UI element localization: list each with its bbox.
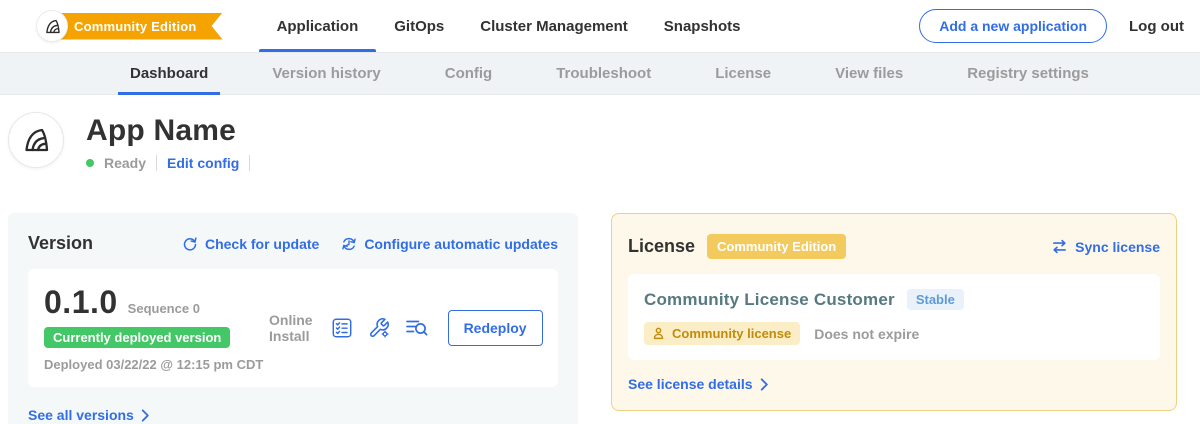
app-logo-icon xyxy=(20,124,52,156)
deployed-timestamp: Deployed 03/22/22 @ 12:15 pm CDT xyxy=(44,357,269,372)
nav-item-gitops[interactable]: GitOps xyxy=(376,0,462,52)
version-card: Version Check for update xyxy=(8,213,578,424)
channel-badge: Stable xyxy=(907,289,964,310)
redeploy-button[interactable]: Redeploy xyxy=(448,310,543,346)
status-dot xyxy=(86,159,94,167)
chevron-right-icon xyxy=(760,378,769,391)
version-number: 0.1.0 xyxy=(44,284,118,321)
sequence-label: Sequence 0 xyxy=(128,301,200,316)
check-for-update-label: Check for update xyxy=(205,236,319,252)
version-actions: Online Install xyxy=(269,310,543,346)
edition-ribbon-label: Community Edition xyxy=(74,19,197,34)
tab-view-files[interactable]: View files xyxy=(823,53,915,94)
license-card-title: License xyxy=(628,236,695,257)
license-card: License Community Edition Sync license C… xyxy=(611,213,1177,411)
version-card-title: Version xyxy=(28,233,93,254)
top-bar-right: Add a new application Log out xyxy=(919,0,1184,52)
tab-license[interactable]: License xyxy=(703,53,783,94)
tab-troubleshoot[interactable]: Troubleshoot xyxy=(544,53,663,94)
see-all-versions-link[interactable]: See all versions xyxy=(28,407,558,423)
view-deploy-logs-icon[interactable] xyxy=(405,317,429,339)
tab-dashboard[interactable]: Dashboard xyxy=(118,53,220,94)
version-card-links: Check for update Configure automatic upd… xyxy=(182,236,558,252)
community-license-label: Community license xyxy=(672,326,791,341)
auto-update-icon xyxy=(341,236,357,252)
nav-item-snapshots[interactable]: Snapshots xyxy=(646,0,759,52)
divider xyxy=(156,155,157,171)
see-license-details-label: See license details xyxy=(628,376,753,392)
app-avatar xyxy=(8,112,64,168)
tab-registry-settings[interactable]: Registry settings xyxy=(955,53,1101,94)
divider xyxy=(249,155,250,171)
edition-ribbon: Community Edition xyxy=(52,13,223,40)
nav-item-cluster-management[interactable]: Cluster Management xyxy=(462,0,646,52)
see-all-versions-label: See all versions xyxy=(28,407,134,423)
main-nav: Application GitOps Cluster Management Sn… xyxy=(259,0,759,52)
person-icon xyxy=(651,326,666,341)
app-header: App Name Ready Edit config xyxy=(0,95,1200,171)
community-license-badge: Community license xyxy=(644,322,800,345)
see-license-details-link[interactable]: See license details xyxy=(628,376,1160,392)
sync-icon xyxy=(1051,238,1068,255)
community-edition-badge: Community Edition xyxy=(707,234,846,259)
tab-version-history[interactable]: Version history xyxy=(260,53,392,94)
version-meta: 0.1.0 Sequence 0 Currently deployed vers… xyxy=(44,284,269,372)
license-customer-row: Community License Customer Stable xyxy=(644,289,1144,310)
preflight-checklist-icon[interactable] xyxy=(331,317,353,339)
app-header-text: App Name Ready Edit config xyxy=(86,112,250,171)
app-status-row: Ready Edit config xyxy=(86,155,250,171)
configure-automatic-updates-link[interactable]: Configure automatic updates xyxy=(341,236,558,252)
version-number-row: 0.1.0 Sequence 0 xyxy=(44,284,269,321)
currently-deployed-badge: Currently deployed version xyxy=(44,327,230,348)
customer-name: Community License Customer xyxy=(644,290,895,310)
config-wrench-gear-icon[interactable] xyxy=(368,317,390,339)
brand: Community Edition xyxy=(36,0,223,52)
top-bar: Community Edition Application GitOps Clu… xyxy=(0,0,1200,52)
version-card-header: Version Check for update xyxy=(28,233,558,254)
replicated-logo-icon xyxy=(43,17,62,36)
logout-link[interactable]: Log out xyxy=(1129,18,1184,35)
sub-nav: Dashboard Version history Config Trouble… xyxy=(0,52,1200,95)
license-type-row: Community license Does not expire xyxy=(644,322,1144,345)
edit-config-link[interactable]: Edit config xyxy=(167,155,239,171)
nav-item-application[interactable]: Application xyxy=(259,0,377,52)
page-title: App Name xyxy=(86,114,250,148)
brand-logo-circle xyxy=(36,10,68,42)
sync-license-label: Sync license xyxy=(1075,239,1160,255)
current-version-panel: 0.1.0 Sequence 0 Currently deployed vers… xyxy=(28,269,558,387)
add-new-application-button[interactable]: Add a new application xyxy=(919,9,1107,43)
expiry-text: Does not expire xyxy=(814,326,919,342)
tab-config[interactable]: Config xyxy=(433,53,504,94)
sync-license-link[interactable]: Sync license xyxy=(1051,238,1160,255)
chevron-right-icon xyxy=(141,409,150,422)
dashboard-cards: Version Check for update xyxy=(0,213,1200,424)
configure-automatic-updates-label: Configure automatic updates xyxy=(364,236,558,252)
status-label: Ready xyxy=(104,155,146,171)
check-for-update-link[interactable]: Check for update xyxy=(182,236,319,252)
install-type-label: Online Install xyxy=(269,312,313,344)
refresh-icon xyxy=(182,236,198,252)
license-details-panel: Community License Customer Stable Commun… xyxy=(628,274,1160,360)
license-card-header: License Community Edition Sync license xyxy=(628,234,1160,259)
